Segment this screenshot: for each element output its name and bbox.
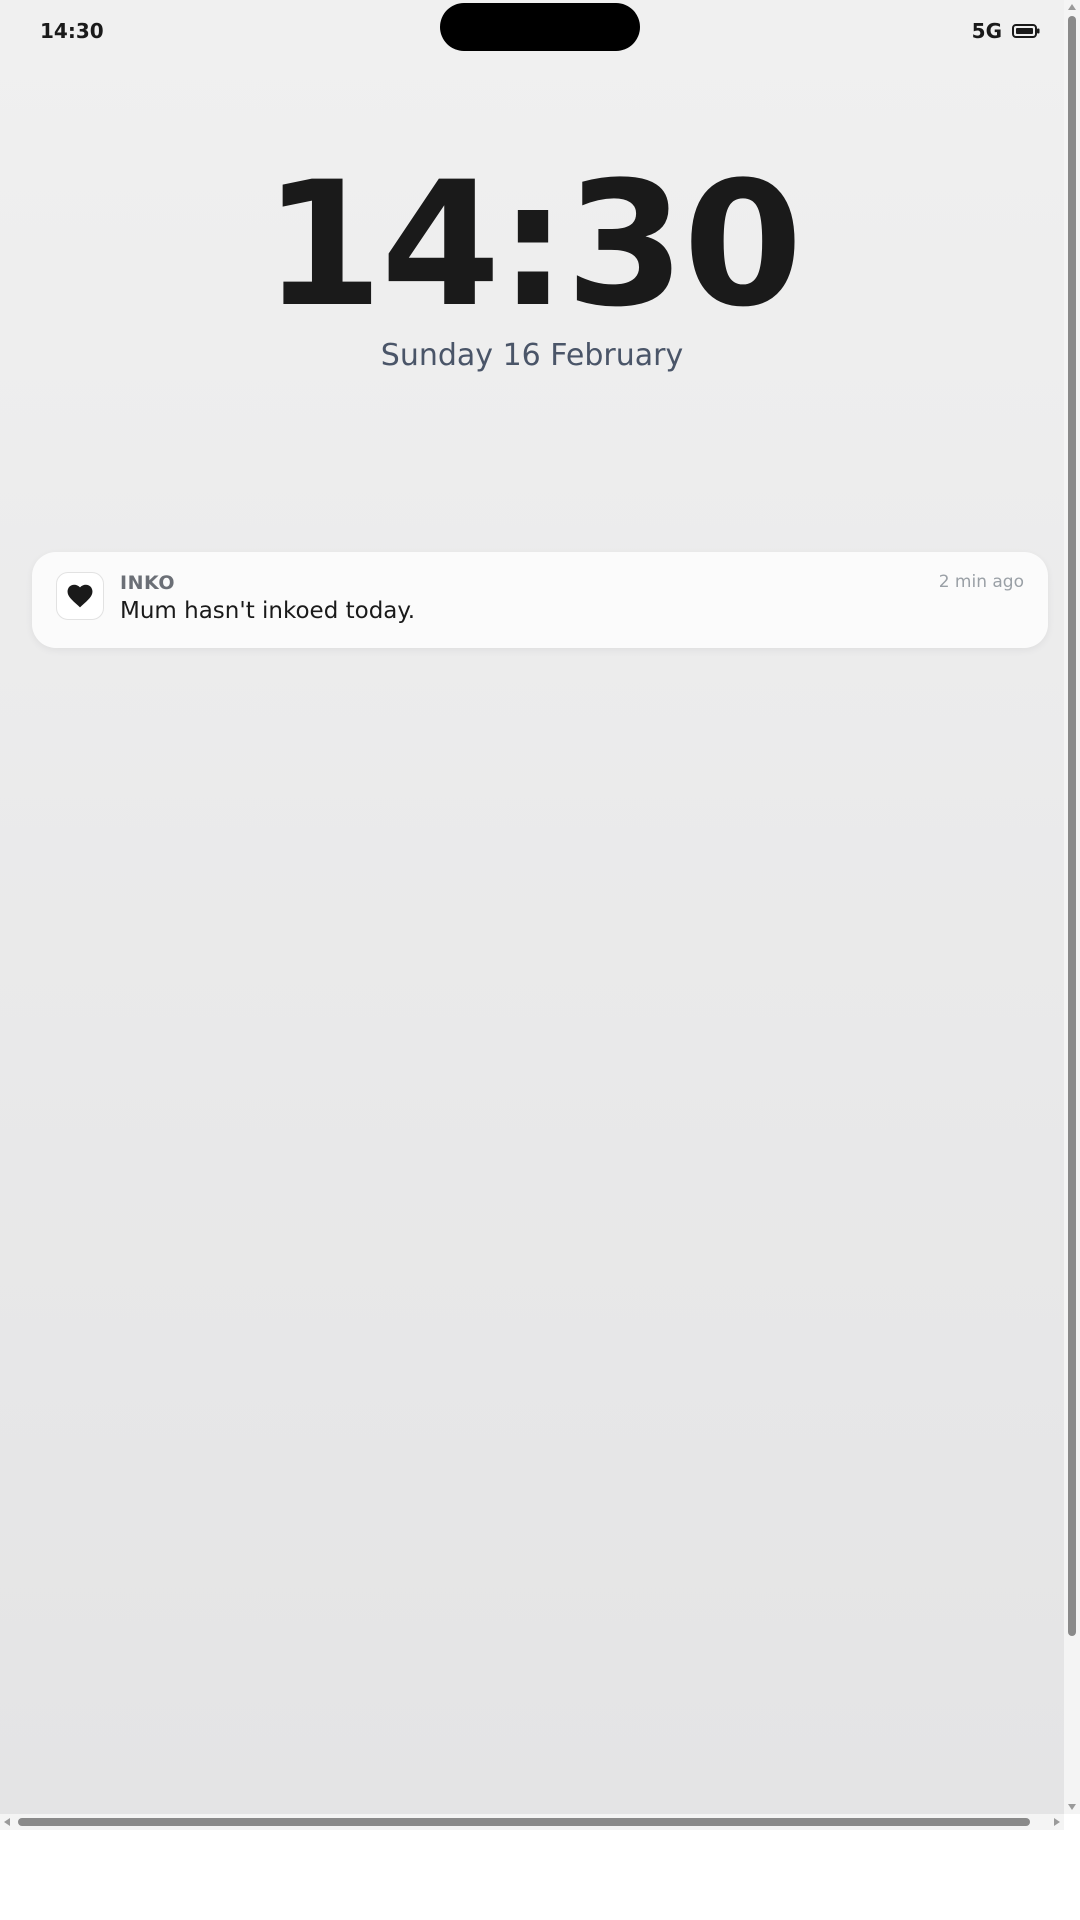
status-bar: 14:30 5G: [0, 0, 1064, 60]
horizontal-scrollbar[interactable]: [0, 1814, 1064, 1830]
scroll-right-arrow-icon[interactable]: [1054, 1818, 1060, 1826]
horizontal-scroll-thumb[interactable]: [18, 1818, 1030, 1826]
scroll-left-arrow-icon[interactable]: [4, 1818, 10, 1826]
network-indicator: 5G: [971, 19, 1002, 43]
vertical-scroll-thumb[interactable]: [1068, 16, 1076, 1636]
scroll-down-arrow-icon[interactable]: [1068, 1804, 1076, 1810]
status-time: 14:30: [40, 19, 104, 43]
lock-date: Sunday 16 February: [380, 338, 684, 373]
dynamic-island: [440, 3, 640, 51]
battery-icon: [1012, 24, 1040, 38]
notification-card[interactable]: INKO 2 min ago Mum hasn't inkoed today.: [32, 552, 1048, 648]
vertical-scrollbar[interactable]: [1064, 0, 1080, 1814]
scroll-up-arrow-icon[interactable]: [1068, 4, 1076, 10]
status-indicators: 5G: [972, 19, 1040, 43]
lock-screen: 14:30 5G 14:30 Sunday 16 February INKO 2…: [0, 0, 1064, 1814]
heart-icon: [67, 584, 93, 608]
lock-clock-time: 14:30: [263, 144, 803, 345]
notification-app-name: INKO: [120, 572, 175, 594]
notification-message: Mum hasn't inkoed today.: [120, 598, 416, 624]
app-icon: [56, 572, 104, 620]
notification-time: 2 min ago: [938, 572, 1024, 592]
